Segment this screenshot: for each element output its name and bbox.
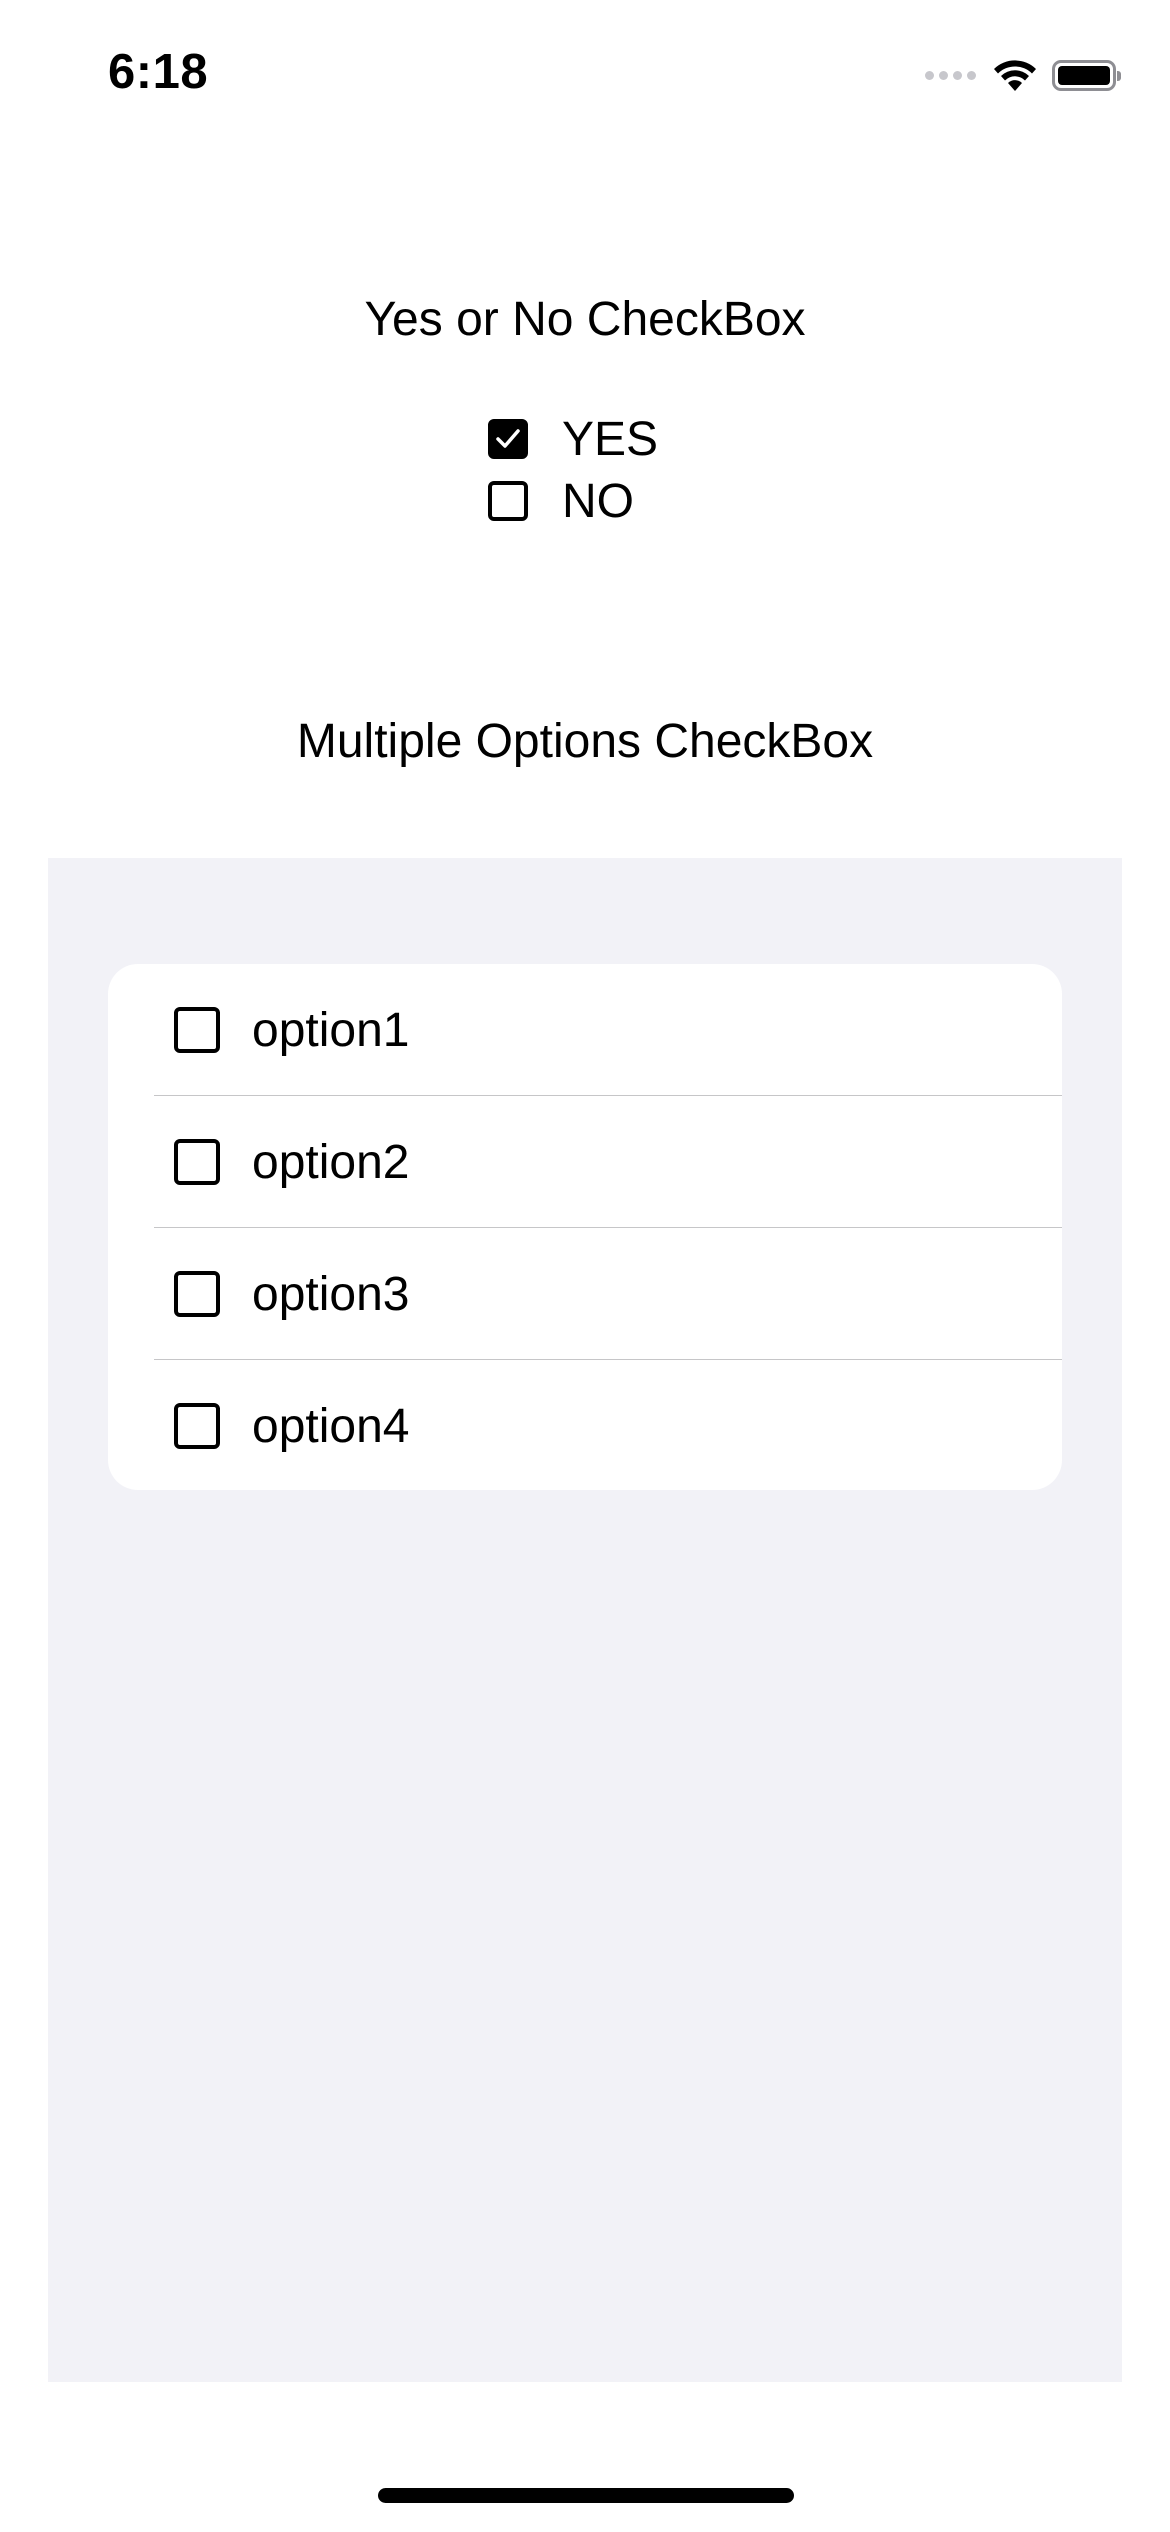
status-bar: 6:18 [0, 0, 1170, 150]
no-label: NO [562, 474, 634, 528]
option4-checkbox[interactable] [174, 1403, 220, 1449]
option3-checkbox[interactable] [174, 1271, 220, 1317]
option3-label: option3 [252, 1267, 410, 1321]
yes-no-title: Yes or No CheckBox [364, 293, 806, 346]
yes-checkbox-row[interactable]: YES [488, 408, 658, 470]
no-checkbox-row[interactable]: NO [488, 470, 658, 532]
yes-no-checkbox-group: YES NO [488, 408, 658, 532]
screen: 6:18 Yes or No CheckBox YES NO Multiple … [0, 0, 1170, 2532]
option2-checkbox[interactable] [174, 1139, 220, 1185]
status-icons [925, 55, 1121, 95]
status-time: 6:18 [108, 45, 209, 99]
checkmark-icon [496, 429, 520, 448]
option1-label: option1 [252, 1003, 410, 1057]
option-row-4[interactable]: option4 [108, 1360, 1062, 1490]
option4-label: option4 [252, 1399, 410, 1453]
yes-label: YES [562, 412, 659, 466]
option-row-1[interactable]: option1 [108, 964, 1062, 1096]
option-row-3[interactable]: option3 [108, 1228, 1062, 1360]
options-card: option1 option2 option3 option4 [108, 964, 1062, 1490]
multiple-options-title: Multiple Options CheckBox [296, 715, 874, 768]
option-row-2[interactable]: option2 [108, 1096, 1062, 1228]
yes-checkbox[interactable] [488, 419, 528, 459]
options-list-panel: option1 option2 option3 option4 [48, 858, 1122, 2382]
cellular-signal-icon [925, 70, 976, 80]
no-checkbox[interactable] [488, 481, 528, 521]
home-indicator[interactable] [378, 2488, 794, 2503]
battery-icon [1052, 59, 1121, 91]
option1-checkbox[interactable] [174, 1007, 220, 1053]
option2-label: option2 [252, 1135, 410, 1189]
wifi-icon [994, 60, 1036, 91]
